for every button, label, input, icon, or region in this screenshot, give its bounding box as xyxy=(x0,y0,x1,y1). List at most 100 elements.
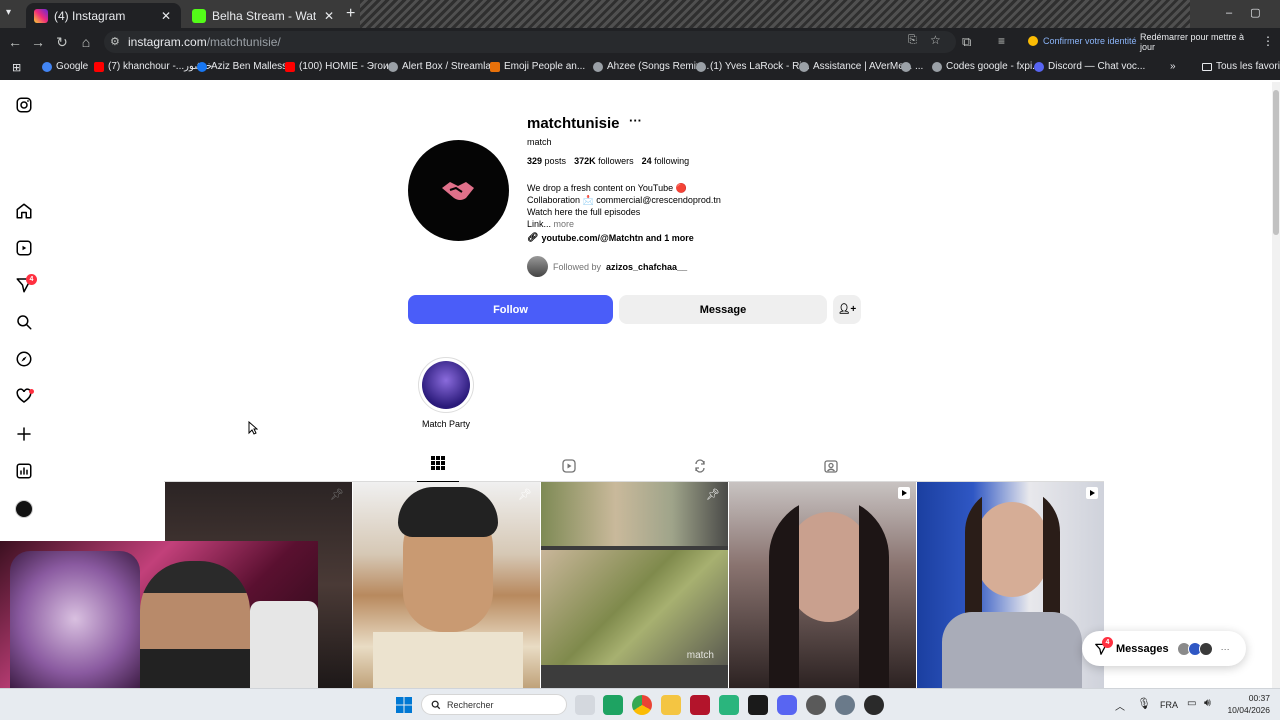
discord-icon xyxy=(1034,61,1044,72)
menu-icon[interactable]: ⋮ xyxy=(1262,34,1274,48)
post-tile[interactable]: 📌︎ xyxy=(353,482,540,688)
extensions-icon[interactable]: ⧉ xyxy=(962,34,971,50)
tab-strip: ▾ (4) Instagram ✕ Belha Stream - Watch L… xyxy=(0,0,1280,28)
app-icon[interactable] xyxy=(719,695,739,715)
tab-posts[interactable] xyxy=(417,456,459,482)
car-scene-bottom xyxy=(541,550,728,665)
bookmark-item[interactable]: Codes google - fxpi... xyxy=(932,61,1041,72)
profile-avatar-icon[interactable] xyxy=(15,500,33,518)
site-info-icon[interactable]: ⚙ xyxy=(110,35,120,48)
discord-icon[interactable] xyxy=(777,695,797,715)
link-text: youtube.com/@Matchtn and 1 more xyxy=(541,232,694,243)
tab-tagged-icon[interactable] xyxy=(824,459,838,473)
facebook-icon xyxy=(197,61,207,72)
bookmark-star-icon[interactable]: ☆ xyxy=(930,33,941,47)
followed-by[interactable]: Followed by azizos_chafchaa__ xyxy=(527,256,687,277)
more-options-icon[interactable]: ··· xyxy=(629,113,642,128)
bookmark-item[interactable]: (100) HOMIE - Эгои... xyxy=(285,61,397,72)
create-icon[interactable] xyxy=(15,425,33,443)
media-icon[interactable]: ≡ xyxy=(998,34,1005,48)
close-icon[interactable]: ✕ xyxy=(159,9,173,23)
globe-icon xyxy=(696,61,706,72)
reload-icon[interactable]: ↻ xyxy=(52,32,72,52)
app-icon[interactable] xyxy=(748,695,768,715)
volume-icon[interactable]: 🔊︎ xyxy=(1204,697,1211,710)
chrome-icon[interactable] xyxy=(632,695,652,715)
bookmark-label: Codes google - fxpi... xyxy=(946,61,1041,72)
close-icon[interactable]: ✕ xyxy=(322,9,336,23)
follower-avatar xyxy=(527,256,548,277)
tab-instagram[interactable]: (4) Instagram ✕ xyxy=(26,3,181,28)
chevron-right-icon[interactable]: » xyxy=(1170,61,1176,72)
media-player-icon[interactable] xyxy=(864,695,884,715)
highlight-cover xyxy=(422,361,470,409)
task-view-icon[interactable] xyxy=(575,695,595,715)
taskbar-search[interactable]: Rechercher xyxy=(421,694,567,715)
tab-search-button[interactable]: ▾ xyxy=(6,7,20,21)
bookmark-item[interactable]: Emoji People an... xyxy=(490,61,585,72)
suggested-users-button[interactable]: 👤︎+ xyxy=(833,295,861,324)
home-icon[interactable] xyxy=(15,202,33,220)
tab-reposts-icon[interactable] xyxy=(693,459,707,473)
posts-stat[interactable]: 329 posts xyxy=(527,156,566,166)
apps-icon[interactable]: ⊞ xyxy=(12,61,21,74)
bio-line: Watch here the full episodes xyxy=(527,207,641,217)
identity-button[interactable]: Confirmer votre identité xyxy=(1028,36,1137,46)
clock[interactable]: 00:37 10/04/2026 xyxy=(1224,692,1270,716)
install-icon[interactable]: ⎘ xyxy=(908,34,917,47)
tab-title: (4) Instagram xyxy=(54,8,126,23)
home-icon[interactable]: ⌂ xyxy=(76,32,96,52)
followers-stat[interactable]: 372K followers xyxy=(574,156,634,166)
bookmark-item[interactable]: Discord — Chat voc... xyxy=(1034,61,1145,72)
search-icon xyxy=(431,700,441,709)
microphone-icon[interactable]: 🎙︎ xyxy=(1137,697,1151,710)
more-link[interactable]: more xyxy=(554,219,575,229)
bookmark-item[interactable]: Alert Box / Streamla... xyxy=(388,61,499,72)
external-link[interactable]: 🔗︎ youtube.com/@Matchtn and 1 more xyxy=(527,232,694,243)
bookmark-label: Aziz Ben Mallessa xyxy=(211,61,293,72)
bookmark-label: Ahzee (Songs Remix... xyxy=(607,61,710,72)
chevron-up-icon[interactable]: ︿ xyxy=(1115,698,1125,713)
post-tile[interactable] xyxy=(917,482,1104,688)
forward-icon[interactable]: → xyxy=(28,32,48,52)
app-icon[interactable] xyxy=(806,695,826,715)
bookmark-item[interactable]: Google xyxy=(42,61,88,72)
instagram-logo-icon[interactable] xyxy=(15,96,33,114)
new-tab-button[interactable]: + xyxy=(346,5,355,23)
dashboard-icon[interactable] xyxy=(15,462,33,480)
bookmark-item[interactable]: Assistance | AVerMe... xyxy=(799,61,912,72)
language-indicator[interactable]: FRA xyxy=(1160,700,1178,710)
windows-start-icon[interactable] xyxy=(396,697,412,713)
tab-reels-icon[interactable] xyxy=(562,459,576,473)
update-button[interactable]: Redémarrer pour mettre à jour xyxy=(1140,31,1260,53)
reels-icon[interactable] xyxy=(15,239,33,257)
person-blazer xyxy=(942,612,1082,688)
more-icon: ··· xyxy=(1220,643,1230,654)
post-tile[interactable]: match 📌︎ xyxy=(541,482,728,688)
bookmark-item[interactable]: (1) Yves LaRock - Ri... xyxy=(696,61,810,72)
tab-kick[interactable]: Belha Stream - Watch Live on K ✕ xyxy=(184,3,344,28)
bookmark-item[interactable]: Aziz Ben Mallessa xyxy=(197,61,293,72)
url-path: /matchtunisie/ xyxy=(206,35,281,49)
search-icon[interactable] xyxy=(15,313,33,331)
settings-icon[interactable] xyxy=(835,695,855,715)
network-icon[interactable]: ▭ xyxy=(1187,698,1196,709)
scrollbar-track[interactable] xyxy=(1272,82,1280,688)
follow-button[interactable]: Follow xyxy=(408,295,613,324)
app-icon[interactable] xyxy=(690,695,710,715)
app-icon[interactable] xyxy=(603,695,623,715)
explore-icon[interactable] xyxy=(15,350,33,368)
bookmark-item[interactable]: Ahzee (Songs Remix... xyxy=(593,61,709,72)
all-bookmarks[interactable]: Tous les favoris xyxy=(1202,61,1280,72)
window-controls[interactable]: –▢ xyxy=(1226,6,1279,19)
file-explorer-icon[interactable] xyxy=(661,695,681,715)
following-stat[interactable]: 24 following xyxy=(642,156,690,166)
post-tile[interactable] xyxy=(729,482,916,688)
bookmark-item[interactable]: ... xyxy=(901,61,923,72)
back-icon[interactable]: ← xyxy=(5,32,25,52)
scrollbar-thumb[interactable] xyxy=(1273,90,1279,235)
story-highlight[interactable] xyxy=(418,357,474,413)
profile-avatar[interactable] xyxy=(408,140,509,241)
bookmark-item[interactable]: (7) khanchour -...خنشور xyxy=(94,61,212,72)
message-button[interactable]: Message xyxy=(619,295,827,324)
